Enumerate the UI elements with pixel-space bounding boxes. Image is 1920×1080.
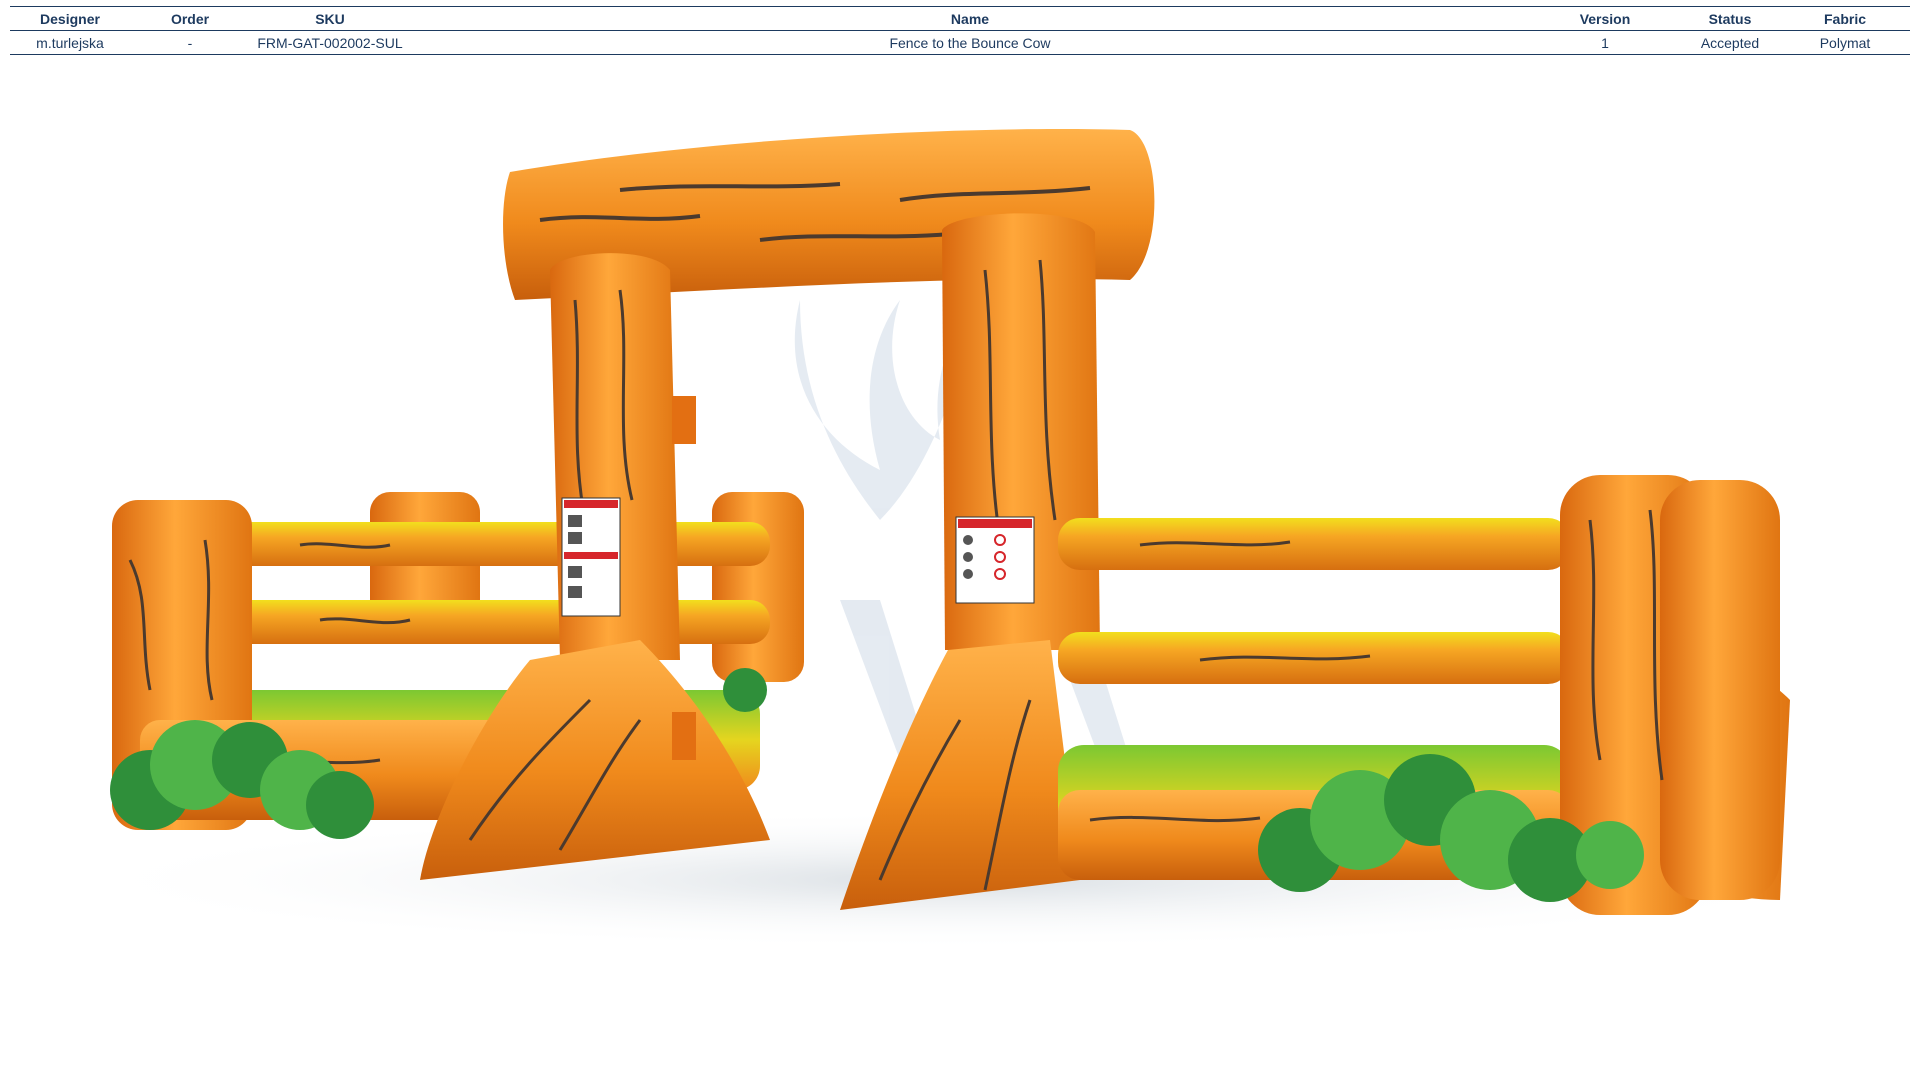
header-sku: SKU (250, 6, 410, 31)
header-name: Name (410, 6, 1530, 31)
spec-header-row: Designer Order SKU Name Version Status F… (10, 6, 1910, 31)
designer-value: m.turlejska (10, 30, 130, 55)
spec-table: Designer Order SKU Name Version Status F… (10, 6, 1910, 55)
header-version: Version (1530, 6, 1680, 31)
header-designer: Designer (10, 6, 130, 31)
spec-data-row: m.turlejska - FRM-GAT-002002-SUL Fence t… (10, 30, 1910, 55)
order-value: - (130, 30, 250, 55)
status-value: Accepted (1680, 30, 1780, 55)
version-value: 1 (1530, 30, 1680, 55)
right-fence (1058, 475, 1790, 915)
warning-label-icon (955, 516, 1035, 604)
danger-label-icon (561, 497, 621, 617)
sku-value: FRM-GAT-002002-SUL (250, 30, 410, 55)
product-render (60, 129, 1860, 950)
header-status: Status (1680, 6, 1780, 31)
name-value: Fence to the Bounce Cow (410, 30, 1530, 55)
header-fabric: Fabric (1780, 6, 1910, 31)
fabric-value: Polymat (1780, 30, 1910, 55)
header-order: Order (130, 6, 250, 31)
